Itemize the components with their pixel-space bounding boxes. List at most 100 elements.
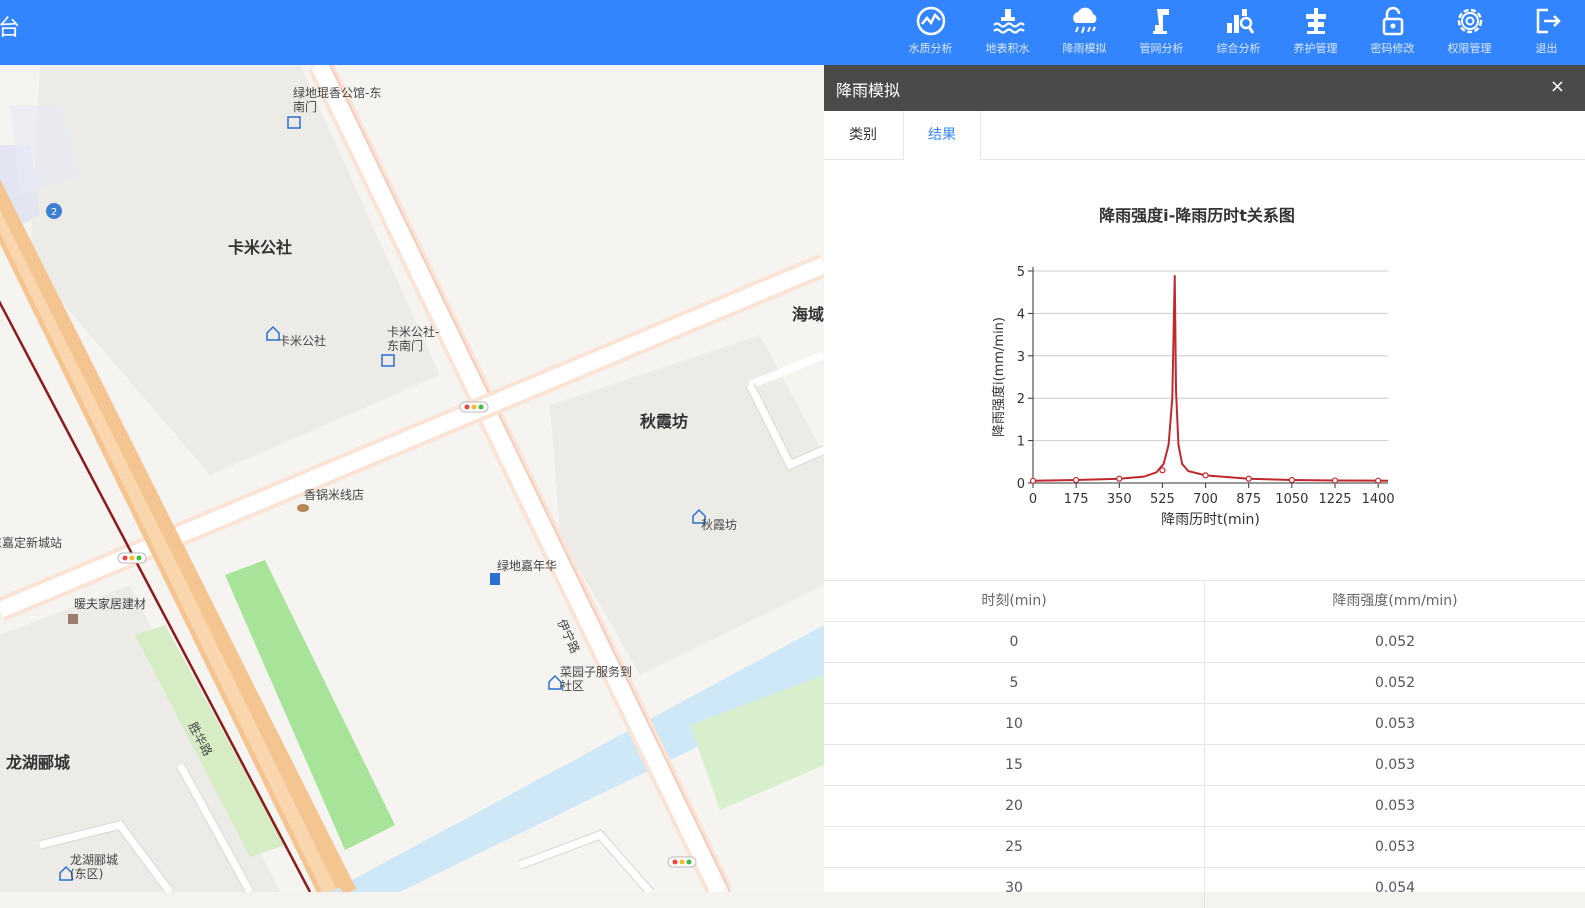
x-tick-label: 700 (1193, 492, 1218, 507)
map-label-nuanfu[interactable]: 暖夫家居建材 (74, 597, 146, 611)
map-label-qiuxiafang-poi[interactable]: 秋霞坊 (701, 518, 737, 532)
map-label-qiuxiafang-district: 秋霞坊 (640, 412, 689, 431)
data-point (1073, 476, 1080, 484)
table-row: 30 0.054 (824, 867, 1585, 908)
data-point (1116, 475, 1123, 482)
data-point (1159, 467, 1166, 474)
table-header-time: 时刻(min) (824, 581, 1205, 621)
nav-logout[interactable]: 退出 (1508, 0, 1585, 65)
nav-label: 降雨模拟 (1062, 42, 1107, 55)
x-tick-label: 1400 (1362, 492, 1395, 507)
cell-intensity: 0.052 (1374, 634, 1416, 650)
y-tick-label: 1 (1017, 435, 1025, 450)
table-header-intensity: 降雨强度(mm/min) (1332, 593, 1458, 609)
table-row: 15 0.053 (824, 744, 1585, 785)
cell-intensity: 0.053 (1374, 716, 1416, 732)
data-point (1029, 477, 1037, 484)
data-point (1202, 472, 1209, 479)
cell-time: 25 (824, 827, 1205, 867)
map-label-kami-poi[interactable]: 卡米公社 (278, 334, 326, 348)
data-point (1375, 477, 1382, 484)
data-point (1288, 476, 1295, 484)
nav-permission-management[interactable]: 权限管理 (1431, 0, 1508, 65)
maintenance-icon (1305, 8, 1326, 34)
map-label-jiading-station[interactable]: 东嘉定新城站 (0, 536, 62, 550)
cell-intensity: 0.053 (1374, 839, 1416, 855)
nav-surface-water[interactable]: 地表积水 (969, 0, 1046, 65)
chart-svg: 降雨强度i-降雨历时t关系图 0 1 2 3 4 5 0 175 350 525 700 875 1050… (991, 206, 1395, 528)
table-row: 0 0.052 (824, 621, 1585, 662)
nav-password-change[interactable]: 密码修改 (1354, 0, 1431, 65)
panel-tabs: 类别 结果 (824, 111, 1585, 160)
table-row: 25 0.053 (824, 826, 1585, 867)
table-row: 5 0.052 (824, 662, 1585, 703)
data-point (1331, 477, 1339, 484)
y-tick-label: 2 (1017, 392, 1025, 407)
nav-label: 地表积水 (985, 42, 1030, 55)
nav-label: 密码修改 (1370, 42, 1415, 55)
rain-cloud-icon (1072, 7, 1096, 34)
logout-icon (1536, 8, 1561, 34)
lock-icon (1382, 6, 1403, 36)
x-tick-label: 1225 (1318, 492, 1351, 507)
y-axis-label: 降雨强度i(mm/min) (991, 317, 1007, 437)
table-row: 10 0.053 (824, 703, 1585, 744)
map-label-caiyuan[interactable]: 菜园子服务到社区 (560, 665, 640, 693)
result-table: 时刻(min) 降雨强度(mm/min) 0 0.052 5 0.052 10 0.053… (824, 580, 1585, 908)
map-label-longhu-east[interactable]: 龙湖郦城(东区) (70, 853, 130, 881)
cell-time: 5 (824, 663, 1205, 703)
map-label-noodle-shop[interactable]: 香锅米线店 (304, 488, 364, 502)
cell-time: 20 (824, 786, 1205, 826)
map-label-haiyu: 海域 (792, 305, 824, 324)
rain-intensity-chart: 降雨强度i-降雨历时t关系图 0 1 2 3 4 5 0 175 350 525 700 875 1050… (824, 159, 1585, 579)
y-tick-label: 4 (1017, 307, 1025, 322)
close-icon[interactable]: × (1550, 76, 1565, 97)
table-header: 时刻(min) 降雨强度(mm/min) (824, 580, 1585, 621)
nav-comprehensive-analysis[interactable]: 综合分析 (1200, 0, 1277, 65)
cell-time: 0 (824, 622, 1205, 662)
map-label-kami-district: 卡米公社 (228, 238, 293, 257)
nav-label: 综合分析 (1216, 42, 1261, 55)
x-tick-label: 0 (1029, 492, 1037, 507)
app-title: 台 (0, 16, 21, 41)
x-tick-label: 175 (1064, 492, 1089, 507)
nav-label: 养护管理 (1293, 42, 1338, 55)
table-body: 0 0.052 5 0.052 10 0.053 15 0.053 20 0.053 25 0.053… (824, 621, 1585, 908)
map-label-lvdi-carnival[interactable]: 绿地嘉年华 (497, 559, 557, 573)
map-canvas[interactable]: 2 绿地琨香公馆-东南门 卡米公社 卡米公社 卡米公社-东南门 海域 秋霞坊 秋… (0, 65, 824, 892)
y-tick-label: 0 (1017, 477, 1025, 492)
svg-text:2: 2 (51, 207, 57, 218)
nav-label: 权限管理 (1447, 42, 1492, 55)
nav-label: 退出 (1535, 42, 1558, 55)
gear-icon (1457, 8, 1482, 34)
map-label-lvdi-gate: 绿地琨香公馆-东南门 (293, 86, 382, 114)
top-bar: 台 水质分析 地表积水 降雨模拟 管网分析 综合分析 养护管理 密码修改 权限管… (0, 0, 1585, 65)
nav-water-quality[interactable]: 水质分析 (892, 0, 969, 65)
panel-title: 降雨模拟 (836, 81, 901, 100)
tab-category[interactable]: 类别 (824, 111, 902, 159)
cell-intensity: 0.052 (1374, 675, 1416, 691)
nav-rain-simulation[interactable]: 降雨模拟 (1046, 0, 1123, 65)
tab-result[interactable]: 结果 (903, 111, 981, 160)
nav-maintenance[interactable]: 养护管理 (1277, 0, 1354, 65)
nav-label: 管网分析 (1139, 42, 1184, 55)
analysis-icon (1226, 9, 1254, 34)
panel-header: 降雨模拟 × (824, 65, 1585, 111)
rain-simulation-panel: 降雨模拟 × 类别 结果 降雨强度i-降雨历时t关系图 0 1 2 3 4 5 0 175 350… (824, 65, 1585, 908)
y-tick-label: 5 (1017, 265, 1025, 280)
table-row: 20 0.053 (824, 785, 1585, 826)
y-tick-label: 3 (1017, 350, 1025, 365)
chart-title: 降雨强度i-降雨历时t关系图 (1099, 206, 1295, 225)
cell-time: 15 (824, 745, 1205, 785)
data-point (1245, 475, 1252, 482)
x-tick-label: 525 (1150, 492, 1175, 507)
map-label-kami-gate[interactable]: 卡米公社-东南门 (387, 325, 447, 353)
x-tick-label: 1050 (1275, 492, 1308, 507)
map-base: 2 (0, 65, 824, 892)
series-line (1032, 275, 1389, 482)
surface-water-icon (992, 9, 1025, 34)
cell-intensity: 0.053 (1374, 798, 1416, 814)
main-nav: 水质分析 地表积水 降雨模拟 管网分析 综合分析 养护管理 密码修改 权限管理 (892, 0, 1585, 65)
x-axis-label: 降雨历时t(min) (1161, 512, 1260, 528)
nav-pipe-network[interactable]: 管网分析 (1123, 0, 1200, 65)
